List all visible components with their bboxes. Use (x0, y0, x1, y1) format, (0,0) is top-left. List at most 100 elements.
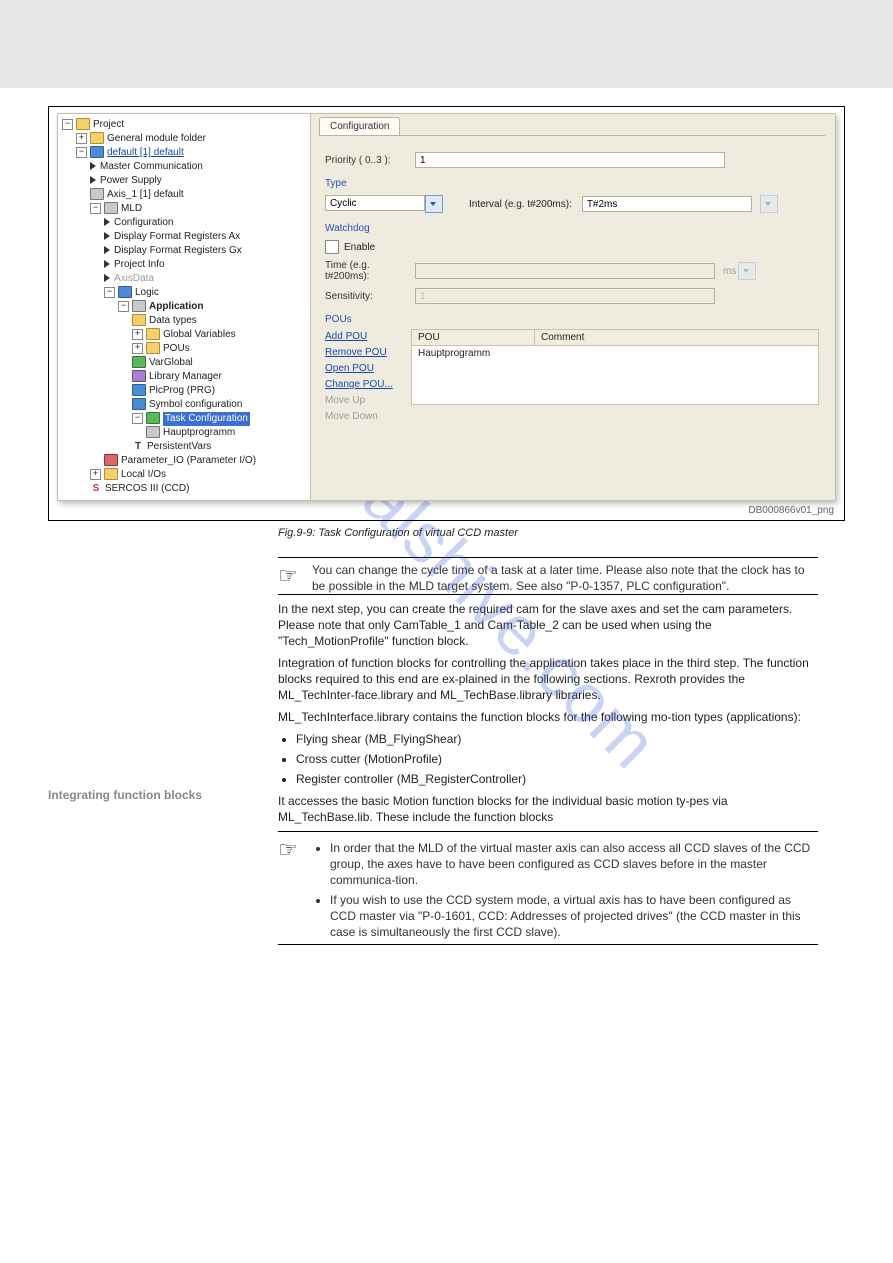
library-icon (132, 370, 146, 382)
note-list-item: In order that the MLD of the virtual mas… (330, 840, 818, 888)
enable-checkbox[interactable] (325, 240, 339, 254)
sensitivity-input (415, 288, 715, 304)
tab-configuration[interactable]: Configuration (319, 117, 400, 135)
app-icon (132, 300, 146, 312)
expander-icon[interactable]: − (132, 413, 143, 424)
folder-icon (146, 342, 160, 354)
body-paragraph: In the next step, you can create the req… (278, 601, 818, 649)
tree-item[interactable]: Logic (135, 287, 159, 298)
expander-icon[interactable]: − (62, 119, 73, 130)
note-block: In order that the MLD of the virtual mas… (278, 831, 818, 945)
body-paragraph: It accesses the basic Motion function bl… (278, 793, 818, 825)
type-select[interactable] (325, 195, 425, 211)
tree-item[interactable]: PersistentVars (147, 441, 211, 452)
tree-item[interactable]: Axis_1 [1] default (107, 189, 184, 200)
priority-input[interactable] (415, 152, 725, 168)
prg-icon (132, 384, 146, 396)
symbol-icon (132, 398, 146, 410)
expander-icon[interactable]: + (76, 133, 87, 144)
project-tree[interactable]: − Project + General module folder − default… (58, 114, 311, 500)
add-pou-link[interactable]: Add POU (325, 329, 411, 345)
dropdown-icon[interactable] (425, 195, 443, 213)
table-row[interactable]: Hauptprogramm (412, 346, 818, 361)
tree-item[interactable]: Local I/Os (121, 469, 166, 480)
remove-pou-link[interactable]: Remove POU (325, 345, 411, 361)
tree-item[interactable]: PlcProg (PRG) (149, 385, 215, 396)
list-item: Cross cutter (MotionProfile) (296, 751, 818, 767)
move-down: Move Down (325, 409, 411, 425)
mld-icon (104, 202, 118, 214)
tree-item[interactable]: Project Info (114, 259, 165, 270)
tree-item[interactable]: Application (149, 301, 203, 312)
expander-icon[interactable]: + (132, 329, 143, 340)
open-pou-link[interactable]: Open POU (325, 361, 411, 377)
pou-table: POU Comment Hauptprogramm (411, 329, 819, 425)
arrow-icon (104, 246, 110, 254)
col-comment: Comment (535, 330, 818, 345)
figure-source: DB000866v01_png (57, 501, 836, 516)
folder-icon (76, 118, 90, 130)
tree-item[interactable]: SERCOS III (CCD) (105, 483, 189, 494)
dropdown-icon (760, 195, 778, 213)
dropdown-icon (738, 262, 756, 280)
watchdog-section-label: Watchdog (325, 223, 819, 234)
persistent-icon: T (132, 440, 144, 454)
tree-item[interactable]: General module folder (107, 133, 206, 144)
move-up: Move Up (325, 393, 411, 409)
folder-icon (90, 132, 104, 144)
interval-input[interactable] (582, 196, 752, 212)
expander-icon[interactable]: − (104, 287, 115, 298)
tree-item[interactable]: AxisData (114, 273, 154, 284)
task-icon (146, 412, 160, 424)
sensitivity-label: Sensitivity: (325, 291, 415, 302)
expander-icon[interactable]: − (90, 203, 101, 214)
pous-section-label: POUs (325, 314, 819, 325)
list-item: Register controller (MB_RegisterControll… (296, 771, 818, 787)
tree-item[interactable]: Configuration (114, 217, 173, 228)
tree-item[interactable]: Display Format Registers Gx (114, 245, 242, 256)
arrow-icon (90, 176, 96, 184)
tree-item[interactable]: Power Supply (100, 175, 162, 186)
expander-icon[interactable]: − (118, 301, 129, 312)
bullet-list: Flying shear (MB_FlyingShear) Cross cutt… (278, 731, 818, 787)
folder-icon (104, 468, 118, 480)
arrow-icon (104, 232, 110, 240)
expander-icon[interactable]: − (76, 147, 87, 158)
tree-item[interactable]: Symbol configuration (149, 399, 242, 410)
tree-item-selected[interactable]: Task Configuration (163, 412, 250, 426)
config-panel: Configuration Priority ( 0..3 ): Type In… (311, 114, 835, 500)
figure-caption: Fig.9-9: Task Configuration of virtual C… (278, 527, 845, 539)
note-list-item: If you wish to use the CCD system mode, … (330, 892, 818, 940)
expander-icon[interactable]: + (90, 469, 101, 480)
arrow-icon (90, 162, 96, 170)
tree-item[interactable]: Data types (149, 315, 197, 326)
enable-label: Enable (344, 242, 375, 253)
col-pou: POU (412, 330, 535, 345)
time-unit: ms (723, 266, 736, 277)
tree-item[interactable]: Library Manager (149, 371, 222, 382)
logic-icon (118, 286, 132, 298)
expander-icon[interactable]: + (132, 343, 143, 354)
change-pou-link[interactable]: Change POU... (325, 377, 411, 393)
time-input (415, 263, 715, 279)
task-node-icon (146, 426, 160, 438)
tree-item[interactable]: Hauptprogramm (163, 427, 235, 438)
var-icon (132, 356, 146, 368)
tree-item[interactable]: MLD (121, 203, 142, 214)
tree-item[interactable]: default [1] default (107, 147, 184, 158)
interval-label: Interval (e.g. t#200ms): (469, 199, 572, 210)
tree-item[interactable]: Master Communication (100, 161, 203, 172)
tree-item[interactable]: POUs (163, 343, 190, 354)
tree-root: Project (93, 119, 124, 130)
time-label: Time (e.g. t#200ms): (325, 260, 415, 282)
note-hand-icon (278, 562, 312, 594)
arrow-icon (104, 274, 110, 282)
app-window: − Project + General module folder − default… (57, 113, 836, 501)
tree-item[interactable]: Global Variables (163, 329, 236, 340)
body-paragraph: ML_TechInterface.library contains the fu… (278, 709, 818, 725)
tree-item[interactable]: VarGlobal (149, 357, 193, 368)
tree-item[interactable]: Display Format Registers Ax (114, 231, 240, 242)
list-item: Flying shear (MB_FlyingShear) (296, 731, 818, 747)
note-block: You can change the cycle time of a task … (278, 557, 818, 595)
tree-item[interactable]: Parameter_IO (Parameter I/O) (121, 455, 256, 466)
